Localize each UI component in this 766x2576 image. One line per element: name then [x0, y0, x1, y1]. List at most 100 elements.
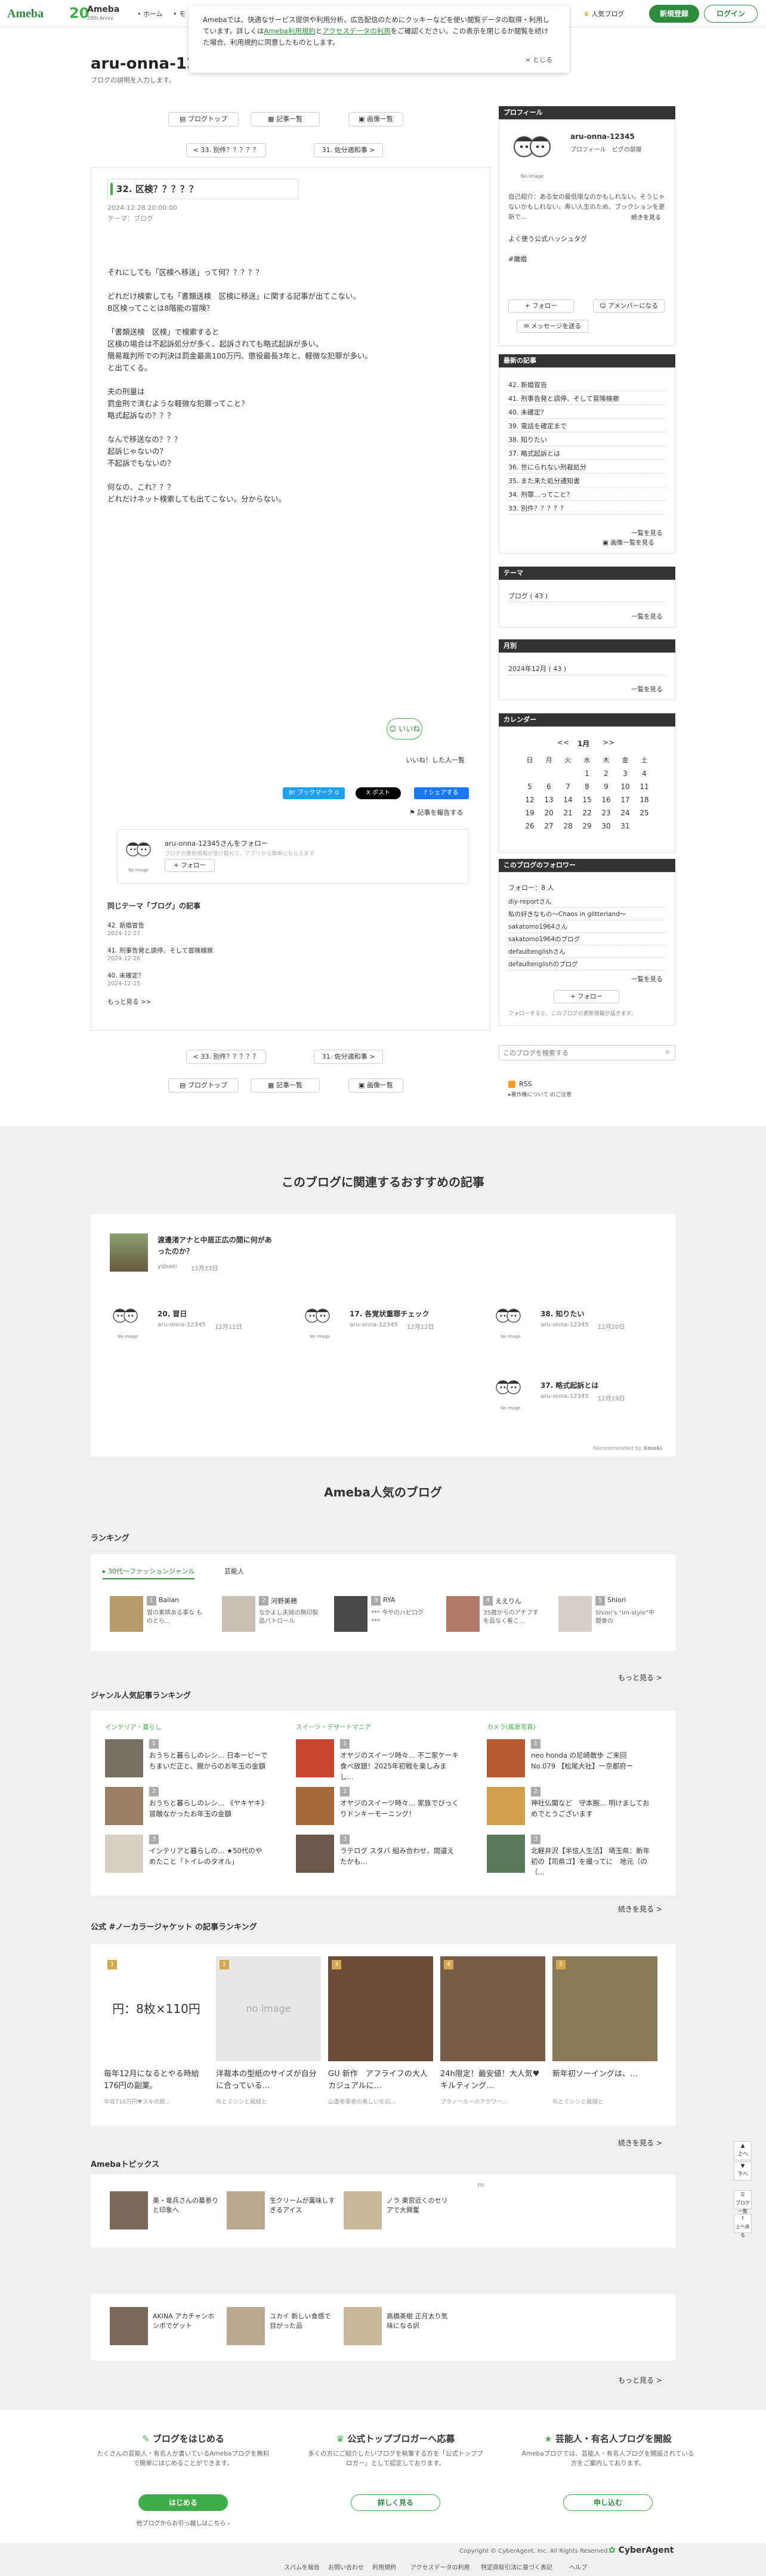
- follower-item[interactable]: sakatomo1964のブログ: [508, 933, 666, 945]
- profile-name[interactable]: aru-onna-12345: [570, 132, 635, 141]
- next-entry-button-bottom[interactable]: 31. 佐分適和事 >: [314, 1050, 383, 1064]
- profile-links[interactable]: プロフィール ピグの部屋: [570, 144, 642, 153]
- x-post-button[interactable]: X ポスト: [356, 787, 401, 799]
- prev-entry-button[interactable]: < 33. 別件？？？？？: [186, 143, 266, 157]
- facebook-share-button[interactable]: f シェアする: [414, 787, 469, 799]
- theme-more-link[interactable]: 一覧を見る: [631, 612, 663, 621]
- genre-item-text[interactable]: 北軽井沢【半信人生活】 埼玉県：新年初の【司県ゴ】を撮ってに 地元（の（…: [531, 1845, 650, 1878]
- ranking-item-thumbnail[interactable]: [558, 1596, 592, 1632]
- copyright-note-link[interactable]: ▸著作権について のご注意: [508, 1090, 572, 1098]
- image-list-button-bottom[interactable]: ▣ 画像一覧: [348, 1078, 403, 1093]
- follower-item[interactable]: defaultenglishのブログ: [508, 958, 666, 970]
- ranking-item-name[interactable]: 河野美穂: [271, 1596, 297, 1606]
- monthly-item[interactable]: 2024年12月 ( 43 ): [508, 663, 666, 675]
- topics-more-link[interactable]: もっと見る >: [618, 2375, 662, 2385]
- genre-name[interactable]: インテリア・暮らし: [105, 1723, 162, 1731]
- send-message-button[interactable]: ✉ メッセージを送る: [517, 320, 588, 333]
- entry-theme[interactable]: テーマ：ブログ: [107, 214, 153, 223]
- footer-card-button[interactable]: はじめる: [138, 2494, 228, 2511]
- footer-link[interactable]: 特定商取引法に基づく表記: [481, 2562, 552, 2571]
- same-theme-item-title[interactable]: 42. 新婚冒告: [107, 921, 144, 930]
- ranking-more-link[interactable]: もっと見る >: [618, 1672, 662, 1683]
- follow-button[interactable]: + フォロー: [165, 859, 215, 872]
- ranking-item-thumbnail[interactable]: [222, 1596, 255, 1632]
- recommend-feature-thumbnail[interactable]: [110, 1233, 148, 1272]
- blog-title[interactable]: aru-onna-12: [91, 55, 197, 73]
- entry-list-button[interactable]: ▦ 記事一覧: [251, 112, 320, 126]
- blog-top-button-bottom[interactable]: ▤ ブログトップ: [168, 1078, 239, 1093]
- recommend-item-avatar[interactable]: No Image: [493, 1375, 529, 1414]
- follower-item[interactable]: 私の好きなもの〜Chaos in glitterland〜: [508, 908, 666, 920]
- jacket-more-link[interactable]: 続きを見る >: [618, 2138, 662, 2148]
- footer-card-button[interactable]: 詳しく見る: [351, 2494, 440, 2511]
- ranking-item-name[interactable]: Ballan: [159, 1596, 179, 1604]
- next-entry-button[interactable]: 31. 佐分適和事 >: [314, 143, 383, 157]
- genre-item-thumbnail[interactable]: [296, 1787, 334, 1825]
- topic-thumbnail[interactable]: [110, 2307, 148, 2345]
- ranking-item-thumbnail[interactable]: [446, 1596, 480, 1632]
- recommend-item-title[interactable]: 17. 各覚状重罪チェック: [350, 1309, 429, 1319]
- recent-entry-item[interactable]: 35. また来た処分通知書: [508, 475, 666, 487]
- jacket-item-image[interactable]: [440, 1956, 545, 2061]
- follower-item[interactable]: diy-reportさん: [508, 896, 666, 908]
- monthly-more-link[interactable]: 一覧を見る: [631, 685, 663, 694]
- scroll-down-button[interactable]: ▼ 下へ: [734, 2161, 752, 2181]
- ranking-item-name[interactable]: RYA: [383, 1596, 395, 1604]
- recommend-feature-title[interactable]: 渡邊渚アナと中居正広の間に何があったのか？: [157, 1235, 277, 1257]
- amember-button[interactable]: ☺ アメンバーになる: [593, 299, 665, 313]
- ranking-item-name[interactable]: Shiori: [607, 1596, 626, 1604]
- genre-item-thumbnail[interactable]: [487, 1835, 525, 1873]
- rss-icon[interactable]: [508, 1081, 515, 1088]
- jacket-item-title[interactable]: 新年初ソーイングは、…: [552, 2068, 657, 2080]
- recent-entry-item[interactable]: 42. 新婚冒告: [508, 379, 666, 391]
- topic-thumbnail[interactable]: [110, 2191, 148, 2229]
- profile-bio-more-link[interactable]: 続きを見る: [631, 212, 661, 221]
- footer-link[interactable]: お問い合わせ: [328, 2562, 364, 2571]
- entry-title[interactable]: 32. 区検？？？？？: [107, 179, 298, 199]
- genre-item-text[interactable]: 神社仏閣など 守本腕… 明けましておめでとうございます: [531, 1798, 650, 1819]
- footer-card-button[interactable]: 申し込む: [563, 2494, 653, 2511]
- recent-more-link[interactable]: 一覧を見る: [631, 528, 663, 537]
- topic-text[interactable]: 美・竜兵さんの墓参りと印象へ: [153, 2196, 218, 2215]
- jacket-item-image[interactable]: no image: [216, 1956, 321, 2061]
- genre-name[interactable]: スイーツ・デザートマニア: [296, 1723, 371, 1731]
- genre-item-thumbnail[interactable]: [105, 1739, 143, 1777]
- scroll-up-button[interactable]: ▲ 上へ: [734, 2141, 752, 2160]
- recent-entry-item[interactable]: 33. 別件？？？？？: [508, 503, 666, 515]
- cookie-access-data-link[interactable]: アクセスデータの利用: [322, 27, 390, 35]
- sidebar-follow-button[interactable]: + フォロー: [554, 990, 619, 1003]
- genre-item-thumbnail[interactable]: [296, 1835, 334, 1873]
- genre-item-text[interactable]: オヤジのスイーツ時々… 不二家ケーキ食べ放題！2025年初戦を楽しみまし…: [340, 1750, 459, 1782]
- entry-list-button-bottom[interactable]: ▦ 記事一覧: [251, 1078, 320, 1093]
- search-icon[interactable]: ⌕: [666, 1047, 670, 1056]
- hatena-bookmark-button[interactable]: B! ブックマーク 0: [283, 787, 345, 799]
- calendar-prev-button[interactable]: <<: [557, 738, 569, 747]
- genre-item-text[interactable]: おうちと暮らしのレシ… 《ヤキヤキ》 冒敵なかったお年玉の金額: [149, 1798, 268, 1819]
- cookie-terms-link[interactable]: Ameba利用規約: [264, 27, 316, 35]
- topic-thumbnail[interactable]: [344, 2307, 382, 2345]
- ranking-tab-celebrity[interactable]: 芸能人: [224, 1566, 244, 1576]
- topic-thumbnail[interactable]: [227, 2307, 265, 2345]
- blog-search-input[interactable]: [503, 1047, 652, 1058]
- recommend-item-avatar[interactable]: No Image: [493, 1304, 529, 1342]
- nav-hot-blog-link[interactable]: ♛ 人気ブログ: [583, 9, 624, 18]
- rss-link[interactable]: RSS: [519, 1080, 532, 1088]
- jacket-item-image[interactable]: [552, 1956, 657, 2061]
- jacket-item-title[interactable]: 毎年12月になるとやる時給176円の副業。: [104, 2068, 209, 2092]
- topic-text[interactable]: ノラ 東宮近くのセリアで大興奮: [387, 2196, 452, 2215]
- follower-item[interactable]: sakatomo1964さん: [508, 921, 666, 933]
- blog-list-fab[interactable]: ☰ ブログ一覧: [734, 2190, 752, 2214]
- jacket-item-title[interactable]: 24h限定！最安値！大人気♥キルティング…: [440, 2068, 545, 2092]
- follow-text[interactable]: aru-onna-12345さんをフォロー: [165, 839, 268, 848]
- like-list-link[interactable]: いいね！した人一覧: [406, 755, 465, 765]
- recommend-item-avatar[interactable]: No Image: [110, 1304, 146, 1342]
- jacket-item-title[interactable]: 洋裁本の型紙のサイズが自分に合っている…: [216, 2068, 321, 2092]
- jacket-item-image[interactable]: [328, 1956, 433, 2061]
- recent-entry-item[interactable]: 34. 刑罪…ってこと？: [508, 489, 666, 501]
- topic-text[interactable]: ユカイ 新しい食感で目がった品: [270, 2312, 335, 2331]
- footer-link[interactable]: アクセスデータの利用: [410, 2562, 470, 2571]
- calendar-next-button[interactable]: >>: [603, 738, 614, 747]
- profile-avatar[interactable]: No Image: [508, 129, 556, 183]
- cyberagent-logo[interactable]: ✿ CyberAgent: [609, 2546, 674, 2555]
- jacket-item-image[interactable]: 円：8枚×110円=880円: [104, 1956, 209, 2061]
